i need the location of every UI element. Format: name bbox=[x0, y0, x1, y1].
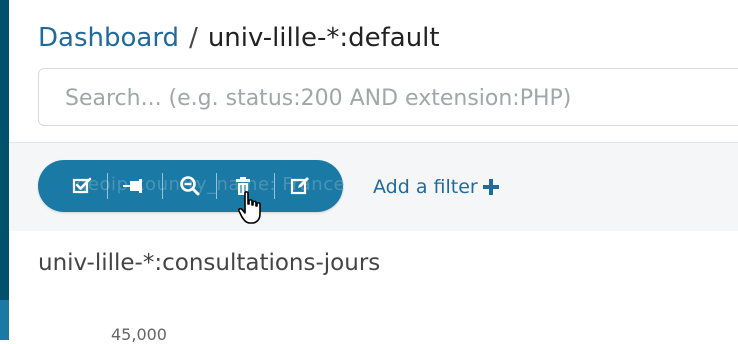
breadcrumb-separator: / bbox=[189, 23, 198, 53]
pill-divider bbox=[107, 173, 108, 199]
left-accent-bar-lower bbox=[0, 300, 9, 340]
add-filter-label: Add a filter bbox=[373, 176, 478, 198]
add-filter-link[interactable]: Add a filter bbox=[373, 176, 500, 201]
visualization-title: univ-lille-*:consultations-jours bbox=[38, 250, 381, 276]
breadcrumb-dashboard-link[interactable]: Dashboard bbox=[38, 23, 179, 53]
edit-icon bbox=[290, 177, 309, 195]
edit-filter-button[interactable] bbox=[284, 170, 316, 202]
breadcrumb: Dashboard / univ-lille-*:default bbox=[38, 22, 440, 54]
pin-icon bbox=[123, 179, 142, 193]
checkbox-icon bbox=[72, 177, 92, 194]
trash-icon bbox=[236, 177, 250, 195]
pill-divider bbox=[216, 173, 217, 199]
y-axis-tick: 45,000 bbox=[111, 325, 167, 344]
pill-divider bbox=[274, 173, 275, 199]
remove-filter-button[interactable] bbox=[227, 170, 259, 202]
filter-pill[interactable]: geoip.country_name: France bbox=[38, 160, 345, 212]
plus-icon bbox=[482, 178, 500, 201]
magnify-minus-icon bbox=[180, 176, 200, 196]
invert-filter-button[interactable] bbox=[174, 170, 206, 202]
breadcrumb-current-page: univ-lille-*:default bbox=[207, 23, 440, 53]
pill-divider bbox=[162, 173, 163, 199]
search-bar bbox=[38, 68, 738, 127]
pin-filter-button[interactable] bbox=[118, 170, 150, 202]
toggle-filter-button[interactable] bbox=[66, 170, 98, 202]
search-input[interactable] bbox=[63, 69, 727, 127]
left-accent-bar bbox=[0, 0, 9, 300]
